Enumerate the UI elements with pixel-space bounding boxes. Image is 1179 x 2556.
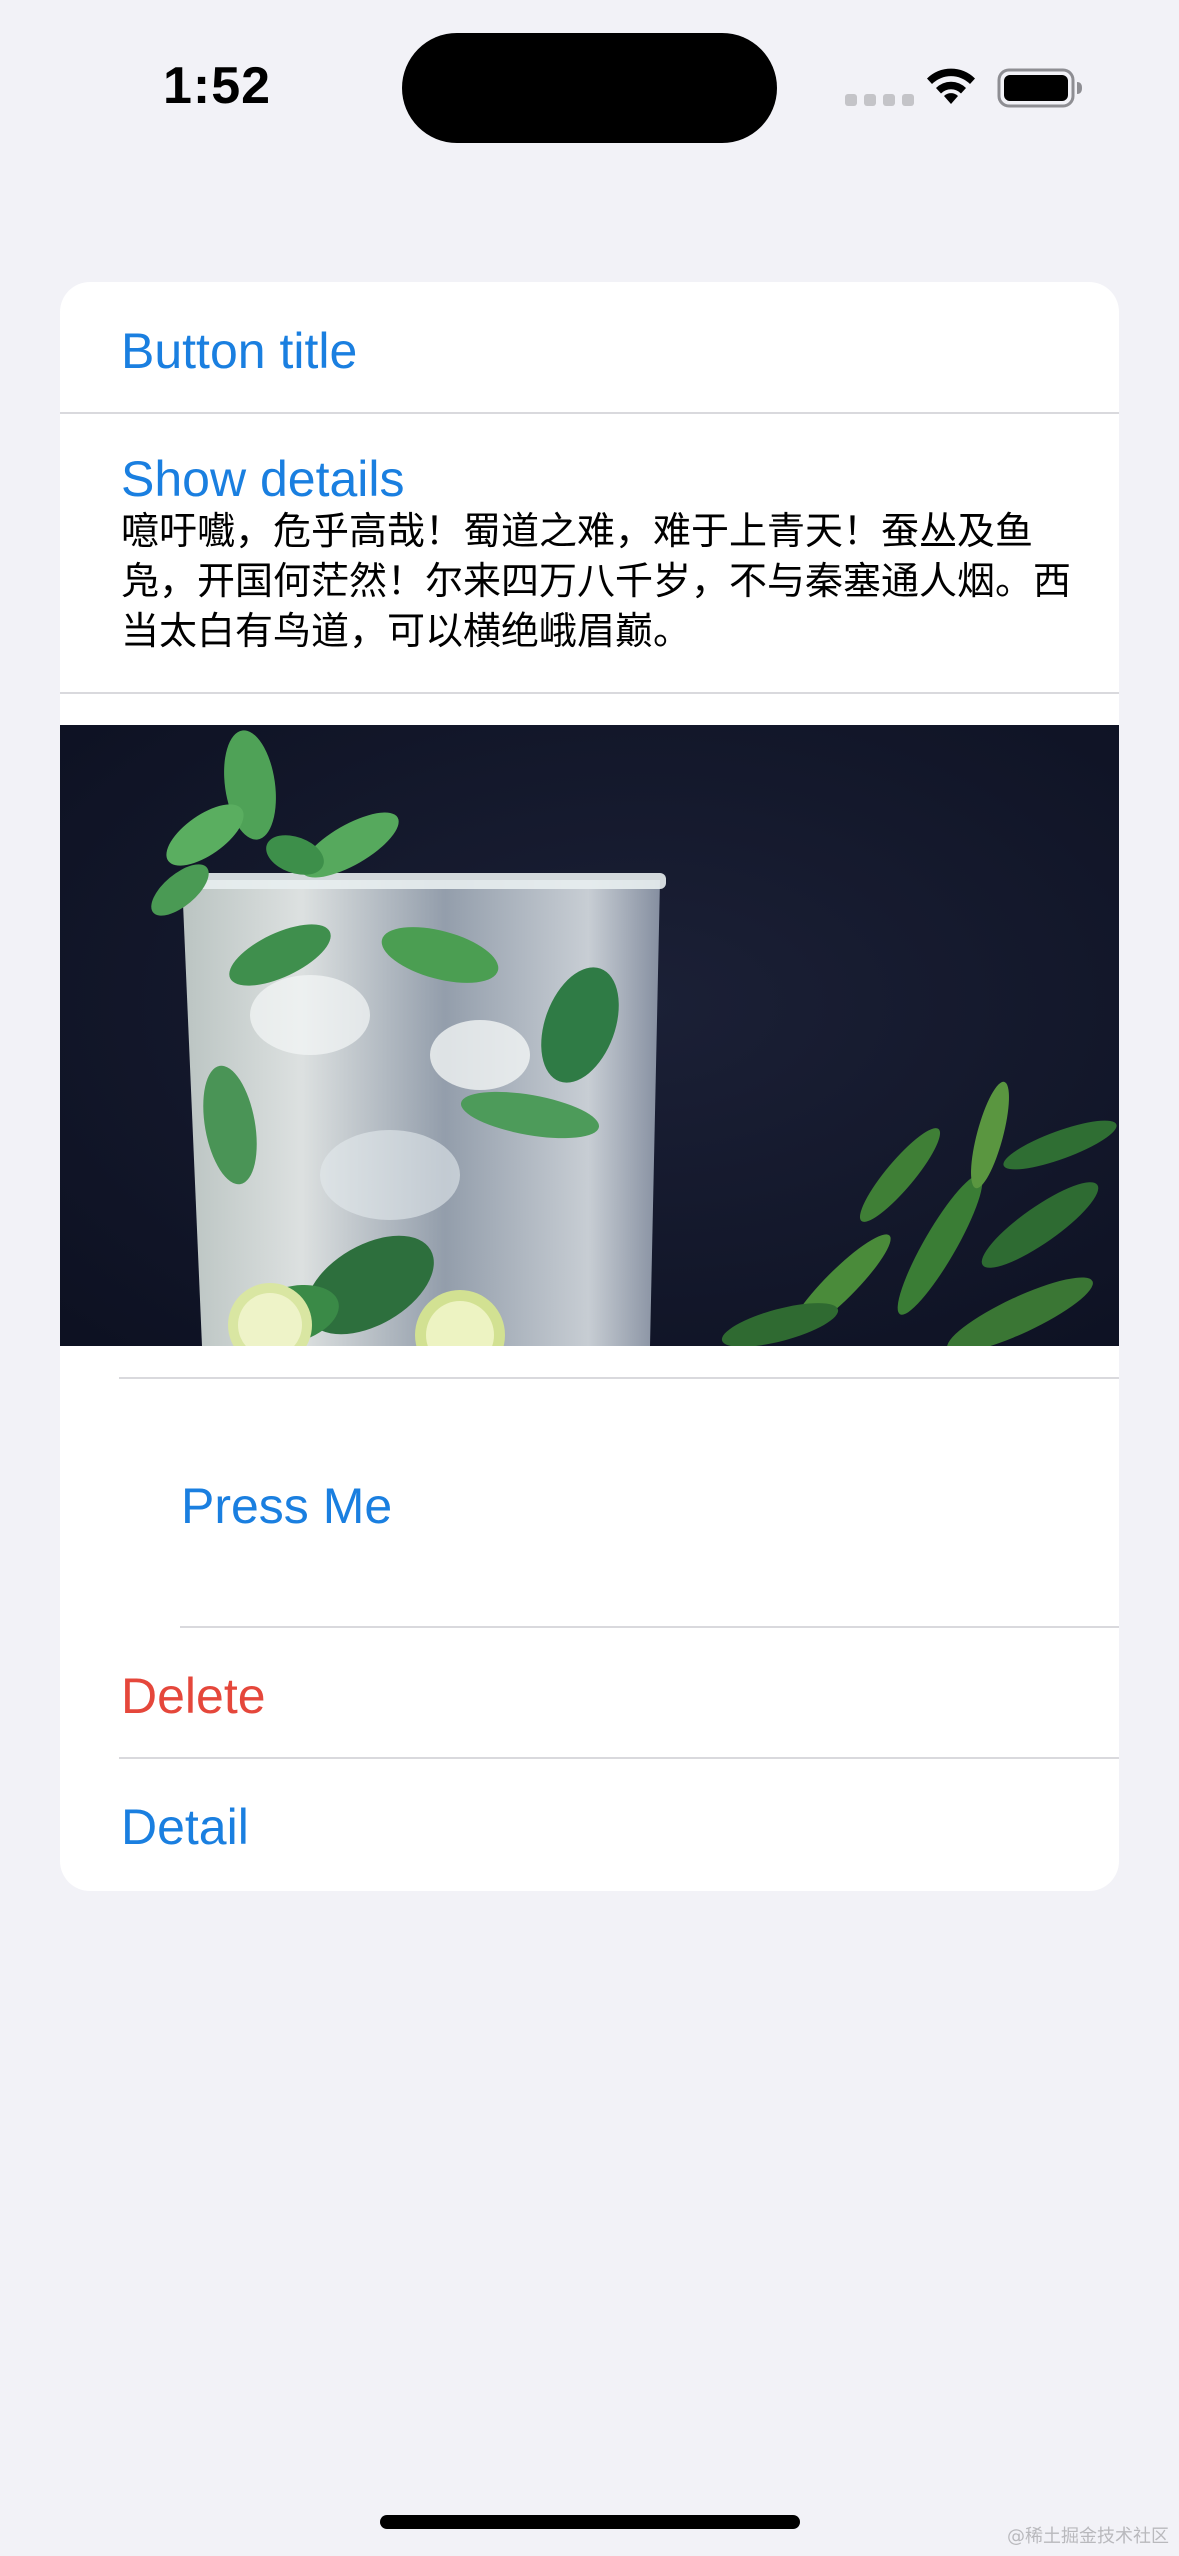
row-separator xyxy=(119,1377,1119,1379)
delete-button[interactable]: Delete xyxy=(121,1667,266,1725)
row-separator xyxy=(60,692,1119,694)
row-separator xyxy=(180,1626,1119,1628)
watermark-text: @稀土掘金技术社区 xyxy=(1007,2526,1169,2547)
details-text: 噫吁嚱，危乎高哉！蜀道之难，难于上青天！蚕丛及鱼凫，开国何茫然！尔来四万八千岁，… xyxy=(121,509,1072,653)
battery-icon xyxy=(997,68,1082,108)
button-title-button[interactable]: Button title xyxy=(121,322,357,380)
cellular-signal-icon xyxy=(845,94,914,106)
wifi-icon xyxy=(927,68,975,104)
detail-button[interactable]: Detail xyxy=(121,1798,249,1856)
press-me-button[interactable]: Press Me xyxy=(181,1477,392,1535)
dynamic-island xyxy=(402,33,777,143)
row-separator xyxy=(60,412,1119,414)
home-indicator[interactable] xyxy=(380,2515,800,2529)
status-time: 1:52 xyxy=(163,57,272,115)
show-details-button[interactable]: Show details xyxy=(121,450,405,508)
list-card: Button title Show details 噫吁嚱，危乎高哉！蜀道之难，… xyxy=(60,282,1119,1891)
mojito-photo xyxy=(60,725,1119,1346)
row-separator xyxy=(119,1757,1119,1759)
